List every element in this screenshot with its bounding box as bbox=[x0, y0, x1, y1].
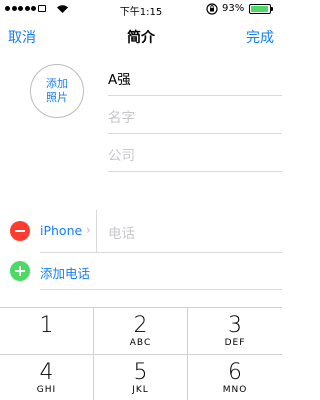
phone-row: iPhone › 电话 bbox=[0, 210, 282, 252]
key-letters: MNO bbox=[222, 385, 248, 395]
delete-phone-button[interactable] bbox=[10, 221, 30, 241]
chevron-right-icon: › bbox=[86, 223, 91, 237]
add-phone-icon[interactable] bbox=[10, 261, 30, 281]
divider bbox=[40, 289, 282, 290]
battery-percent: 93% bbox=[222, 3, 245, 14]
first-name-field[interactable]: 名字 bbox=[108, 96, 282, 134]
add-photo-label: 添加 照片 bbox=[46, 77, 68, 104]
key-number: 4 bbox=[39, 360, 54, 385]
divider bbox=[96, 210, 97, 252]
key-number: 1 bbox=[39, 313, 54, 338]
done-button[interactable]: 完成 bbox=[246, 27, 274, 47]
add-phone-label[interactable]: 添加电话 bbox=[40, 263, 90, 282]
key-1[interactable]: 1 bbox=[0, 308, 94, 355]
name-field[interactable]: A强 bbox=[108, 58, 282, 96]
key-number: 6 bbox=[228, 360, 242, 385]
battery-icon bbox=[249, 4, 273, 14]
name-value: A强 bbox=[108, 72, 131, 88]
key-2[interactable]: 2 ABC bbox=[94, 308, 188, 355]
key-6[interactable]: 6 MNO bbox=[188, 355, 282, 400]
key-number: 5 bbox=[133, 360, 148, 385]
key-number: 2 bbox=[133, 313, 148, 338]
nav-bar: 取消 简介 完成 bbox=[0, 18, 282, 56]
key-letters: GHI bbox=[36, 385, 57, 395]
company-placeholder: 公司 bbox=[108, 148, 135, 164]
phone-input[interactable]: 电话 bbox=[108, 222, 135, 242]
first-name-placeholder: 名字 bbox=[108, 110, 135, 126]
key-4[interactable]: 4 GHI bbox=[0, 355, 94, 400]
page-title: 简介 bbox=[127, 30, 155, 46]
status-bar: 下午1:15 93% bbox=[0, 0, 282, 18]
add-photo-button[interactable]: 添加 照片 bbox=[30, 64, 84, 118]
key-letters: ABC bbox=[129, 338, 152, 348]
key-letters: JKL bbox=[132, 385, 149, 395]
orientation-lock-icon bbox=[206, 3, 218, 15]
battery-fill bbox=[251, 6, 268, 12]
company-field[interactable]: 公司 bbox=[108, 134, 282, 172]
add-phone-row[interactable]: 添加电话 bbox=[0, 253, 282, 289]
key-letters: DEF bbox=[224, 338, 246, 348]
key-number: 3 bbox=[228, 313, 242, 338]
numeric-keyboard: 1 2 ABC 3 DEF 4 GHI 5 JKL 6 MNO bbox=[0, 307, 282, 400]
key-5[interactable]: 5 JKL bbox=[94, 355, 188, 400]
key-3[interactable]: 3 DEF bbox=[188, 308, 282, 355]
phone-label-button[interactable]: iPhone bbox=[40, 223, 82, 238]
